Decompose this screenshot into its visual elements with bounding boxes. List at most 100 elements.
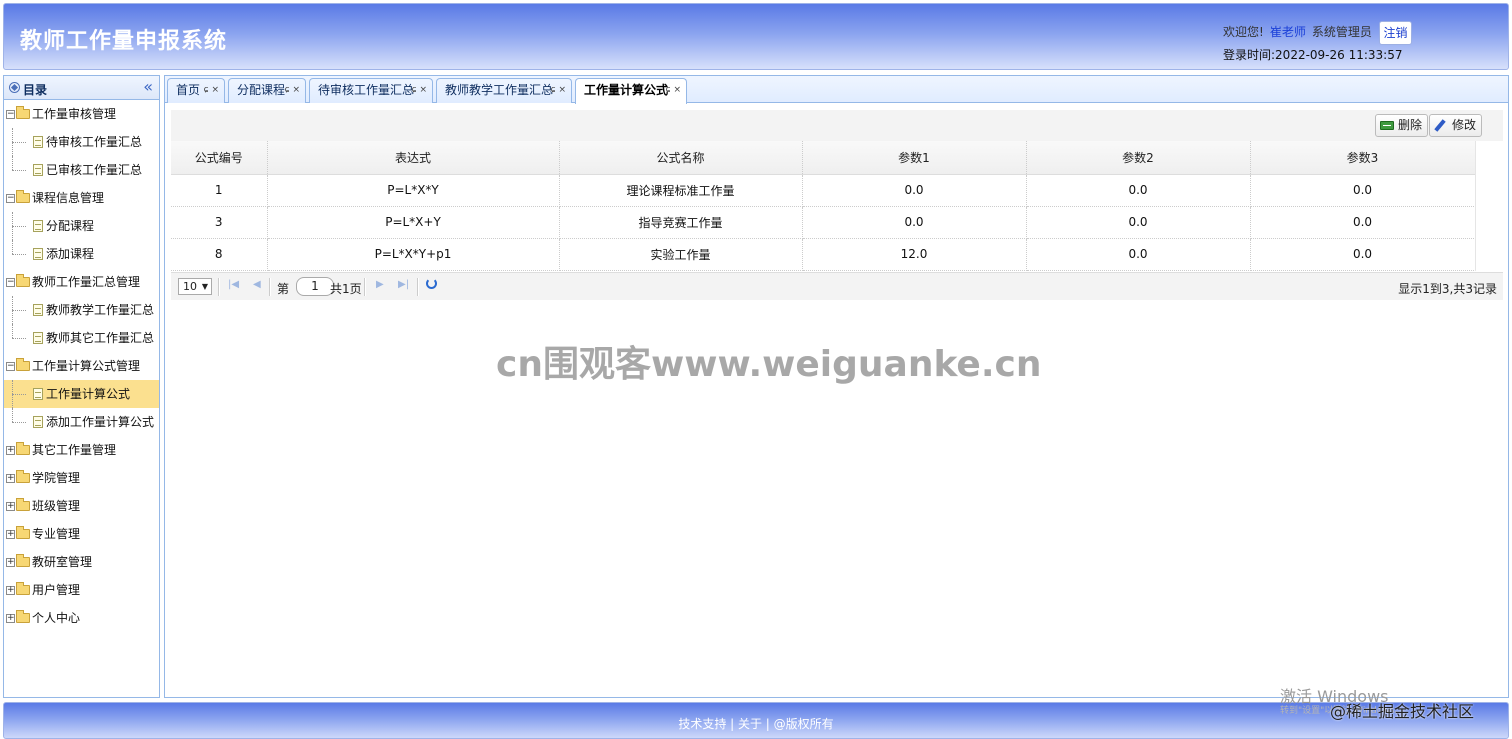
- column-header[interactable]: 参数1: [802, 141, 1027, 175]
- first-page-icon[interactable]: |◀: [228, 279, 239, 290]
- tab-close-icon[interactable]: ɕ ×: [666, 79, 681, 102]
- pagination-bar: 10 ▼ |◀ ◀ 第 1 共1页 ▶ ▶| 显示1到3,共3记录: [171, 272, 1503, 300]
- expand-icon[interactable]: +: [6, 614, 15, 623]
- login-time: 登录时间:2022-09-26 11:33:57: [1223, 48, 1403, 62]
- sidebar: 目录 « − 工作量审核管理 待审核工作量汇总 已审核工作量汇总 − 课程信息管理 分配课程…: [3, 75, 160, 698]
- tree-group-label: 学院管理: [32, 471, 81, 485]
- next-page-icon[interactable]: ▶: [376, 279, 384, 290]
- tree-item[interactable]: 已审核工作量汇总: [4, 156, 159, 184]
- folder-icon: [16, 526, 30, 539]
- table-cell: 0.0: [1026, 238, 1251, 271]
- tree-item[interactable]: 工作量计算公式: [4, 380, 159, 408]
- collapse-sidebar-icon[interactable]: «: [143, 77, 153, 96]
- edit-button[interactable]: 修改: [1429, 114, 1483, 137]
- tab-label: 工作量计算公式: [584, 83, 669, 97]
- table-row[interactable]: 8 P=L*X*Y+p1 实验工作量 12.0 0.0 0.0: [171, 238, 1476, 271]
- tree-guide-line: [12, 156, 13, 170]
- pager-separator: [269, 278, 271, 296]
- delete-label: 删除: [1398, 118, 1423, 132]
- tab-close-icon[interactable]: ɕ ×: [204, 79, 219, 102]
- tree-group[interactable]: + 班级管理: [4, 492, 159, 520]
- tab-label: 分配课程: [237, 83, 286, 97]
- page-size-select[interactable]: 10 ▼: [178, 278, 212, 295]
- expand-icon[interactable]: +: [6, 474, 15, 483]
- tree-guide-line: [12, 142, 26, 143]
- document-icon: [33, 388, 43, 400]
- tree-group[interactable]: + 学院管理: [4, 464, 159, 492]
- tree-guide-line: [12, 422, 26, 423]
- document-icon: [33, 220, 43, 232]
- tab[interactable]: 分配课程 ɕ ×: [228, 78, 306, 103]
- tree-group[interactable]: + 教研室管理: [4, 548, 159, 576]
- page-number-input[interactable]: 1: [296, 277, 334, 296]
- tab-bar: 首页 ɕ × 分配课程 ɕ × 待审核工作量汇总 ɕ × 教师教学工作量汇总 ɕ × 工作量计算…: [165, 76, 1508, 104]
- pager-separator: [417, 278, 419, 296]
- tree-group-label: 工作量计算公式管理: [32, 359, 141, 373]
- prev-page-icon[interactable]: ◀: [253, 279, 261, 290]
- tree-item[interactable]: 教师其它工作量汇总: [4, 324, 159, 352]
- tree-group[interactable]: + 专业管理: [4, 520, 159, 548]
- folder-icon: [16, 358, 30, 371]
- collapse-icon[interactable]: −: [6, 194, 15, 203]
- tree-group[interactable]: + 其它工作量管理: [4, 436, 159, 464]
- tab-close-icon[interactable]: ɕ ×: [412, 79, 427, 102]
- column-header[interactable]: 参数3: [1250, 141, 1476, 175]
- table-cell: 理论课程标准工作量: [559, 174, 803, 207]
- tree-guide-line: [12, 338, 26, 339]
- tree-group[interactable]: + 用户管理: [4, 576, 159, 604]
- tree-group[interactable]: − 工作量审核管理: [4, 100, 159, 128]
- tree-guide-line: [12, 254, 26, 255]
- column-header[interactable]: 公式编号: [171, 141, 268, 175]
- collapse-icon[interactable]: −: [6, 362, 15, 371]
- tab-label: 教师教学工作量汇总: [445, 83, 554, 97]
- tree-item-label: 已审核工作量汇总: [46, 163, 143, 177]
- pencil-icon: [1434, 119, 1446, 132]
- collapse-icon[interactable]: −: [6, 110, 15, 119]
- document-icon: [33, 248, 43, 260]
- expand-icon[interactable]: +: [6, 586, 15, 595]
- tab[interactable]: 首页 ɕ ×: [167, 78, 225, 103]
- document-icon: [33, 304, 43, 316]
- table-row[interactable]: 1 P=L*X*Y 理论课程标准工作量 0.0 0.0 0.0: [171, 174, 1476, 207]
- tab-close-icon[interactable]: ɕ ×: [285, 79, 300, 102]
- document-icon: [33, 416, 43, 428]
- tree-group[interactable]: − 课程信息管理: [4, 184, 159, 212]
- tree-group[interactable]: + 个人中心: [4, 604, 159, 632]
- tree-guide-line: [12, 226, 26, 227]
- column-header[interactable]: 公式名称: [559, 141, 803, 175]
- edit-label: 修改: [1452, 118, 1477, 132]
- tree-item-label: 分配课程: [46, 219, 95, 233]
- delete-button[interactable]: 删除: [1375, 114, 1429, 137]
- page-total: 共1页: [330, 282, 362, 296]
- table-row[interactable]: 3 P=L*X+Y 指导竞赛工作量 0.0 0.0 0.0: [171, 206, 1476, 239]
- tab-close-icon[interactable]: ɕ ×: [551, 79, 566, 102]
- column-header[interactable]: 表达式: [267, 141, 560, 175]
- tree-group[interactable]: − 工作量计算公式管理: [4, 352, 159, 380]
- last-page-icon[interactable]: ▶|: [398, 279, 409, 290]
- column-header[interactable]: 参数2: [1026, 141, 1251, 175]
- footer-links[interactable]: 技术支持 | 关于 | @版权所有: [4, 715, 1508, 732]
- tree-item[interactable]: 分配课程: [4, 212, 159, 240]
- expand-icon[interactable]: +: [6, 446, 15, 455]
- tree-item[interactable]: 待审核工作量汇总: [4, 128, 159, 156]
- pager-separator: [218, 278, 220, 296]
- logout-button[interactable]: 注销: [1379, 21, 1412, 45]
- tab[interactable]: 待审核工作量汇总 ɕ ×: [309, 78, 433, 103]
- table-cell: 3: [171, 206, 268, 239]
- tab[interactable]: 教师教学工作量汇总 ɕ ×: [436, 78, 572, 103]
- collapse-icon[interactable]: −: [6, 278, 15, 287]
- refresh-icon[interactable]: [426, 278, 437, 289]
- expand-icon[interactable]: +: [6, 530, 15, 539]
- watermark: cn围观客www.weiguanke.cn: [496, 344, 1042, 385]
- folder-icon: [16, 610, 30, 623]
- tree-group[interactable]: − 教师工作量汇总管理: [4, 268, 159, 296]
- expand-icon[interactable]: +: [6, 502, 15, 511]
- tree-item[interactable]: 添加课程: [4, 240, 159, 268]
- tab[interactable]: 工作量计算公式 ɕ ×: [575, 78, 687, 104]
- tree-item[interactable]: 添加工作量计算公式: [4, 408, 159, 436]
- expand-icon[interactable]: +: [6, 558, 15, 567]
- tree-item[interactable]: 教师教学工作量汇总: [4, 296, 159, 324]
- table-cell: 1: [171, 174, 268, 207]
- tree-item-label: 待审核工作量汇总: [46, 135, 143, 149]
- user-name[interactable]: 崔老师: [1270, 25, 1306, 39]
